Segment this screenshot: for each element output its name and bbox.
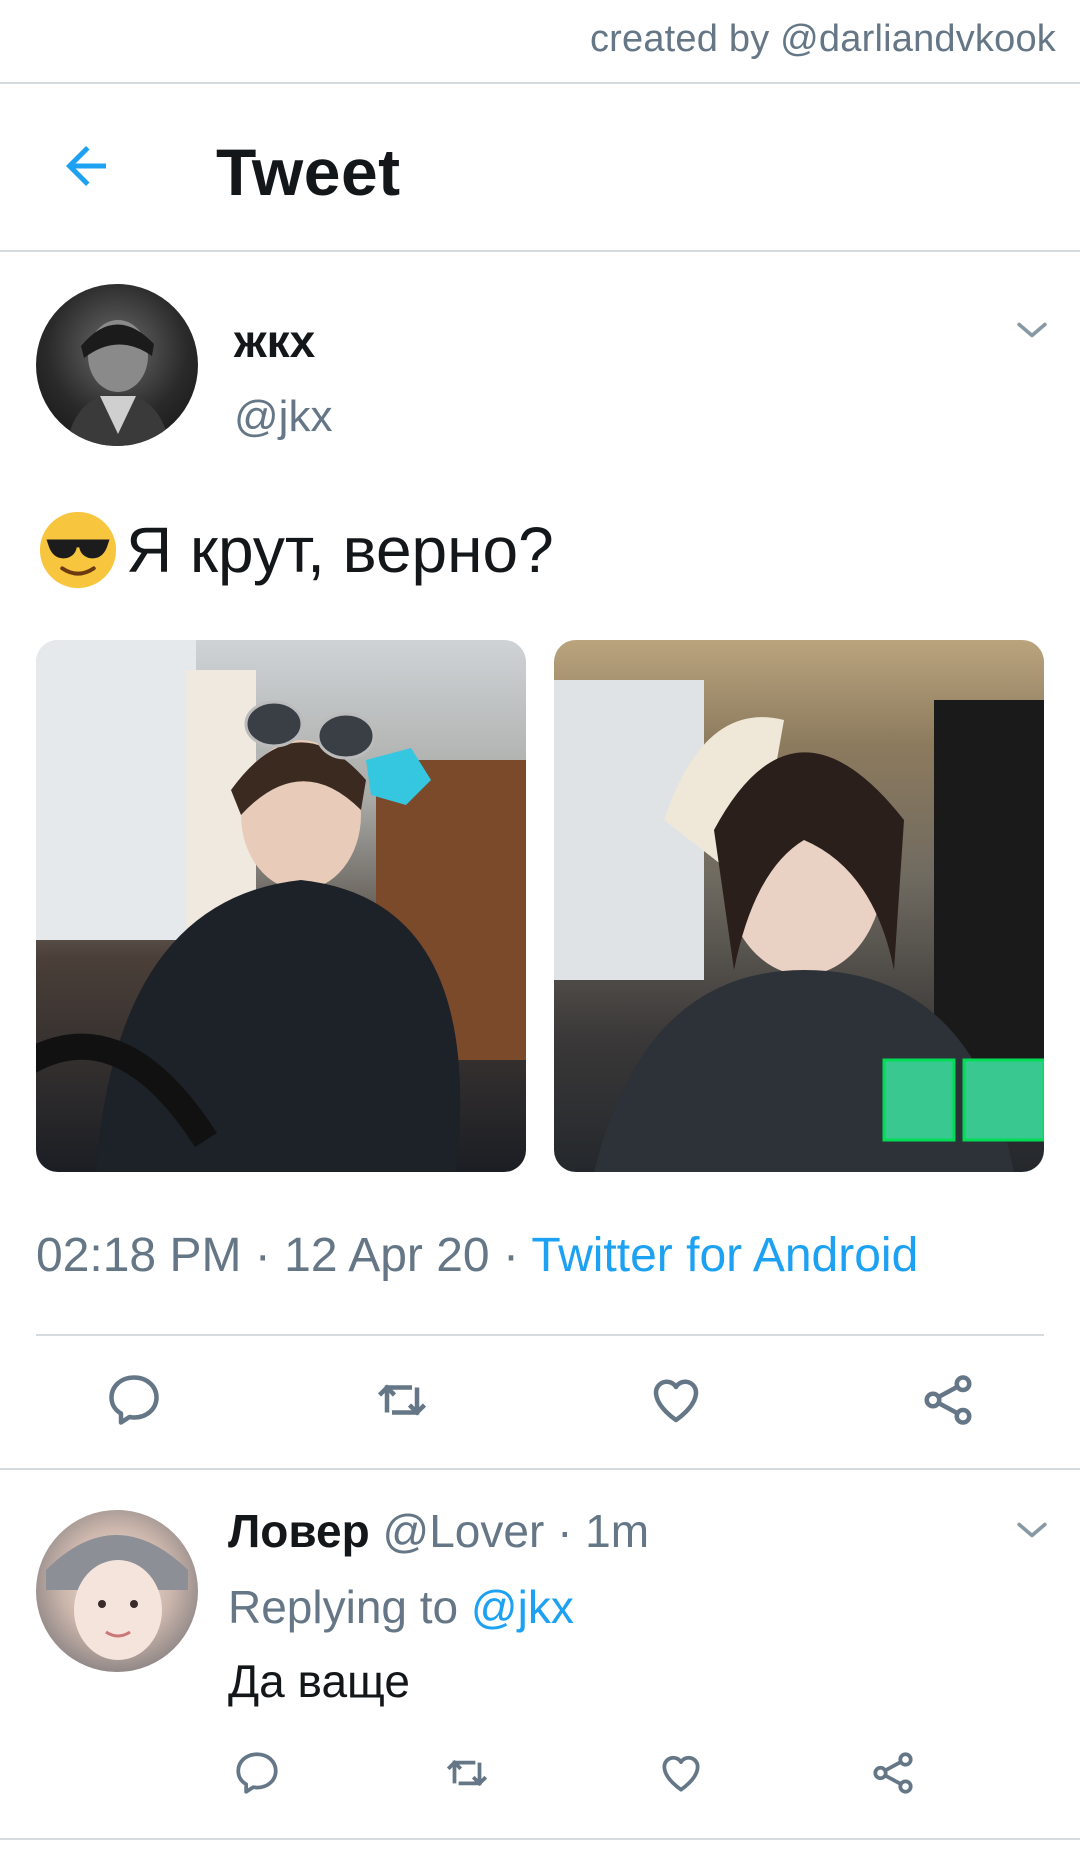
share-icon[interactable] [918, 1370, 978, 1430]
meta-separator: · [254, 1229, 271, 1282]
tweet-body: Я крут, верно? [126, 514, 554, 586]
replying-to-line: Replying to @jkx [228, 1580, 574, 1634]
reply-author-handle[interactable]: @Lover [383, 1505, 545, 1557]
divider [36, 1334, 1044, 1336]
replying-prefix: Replying to [228, 1581, 459, 1633]
back-arrow-icon[interactable] [56, 136, 116, 196]
tweet-author-handle[interactable]: @jkx [234, 392, 332, 442]
share-icon[interactable] [868, 1748, 918, 1798]
reply-body: Да ваще [228, 1655, 410, 1707]
tweet-date: 12 Apr 20 [284, 1229, 490, 1282]
reply-author-name[interactable]: Ловер [228, 1505, 370, 1557]
retweet-icon[interactable] [372, 1370, 432, 1430]
photo-fridge-portrait [554, 680, 1044, 1172]
like-icon[interactable] [656, 1748, 706, 1798]
reply-age: 1m [585, 1505, 650, 1557]
avatar[interactable] [36, 284, 198, 446]
tweet-source-link[interactable]: Twitter for Android [531, 1229, 918, 1282]
chevron-down-icon[interactable] [1010, 1508, 1054, 1552]
avatar-portrait [66, 320, 170, 446]
divider [0, 1468, 1080, 1470]
app-bar: Tweet [0, 84, 1080, 248]
reply-avatar-portrait [46, 1535, 188, 1660]
reply-header: Ловер @Lover · 1m [228, 1504, 649, 1558]
tweet-time: 02:18 PM [36, 1229, 242, 1282]
meta-separator: · [557, 1505, 573, 1557]
media-photo-1[interactable] [36, 640, 526, 1172]
meta-separator: · [502, 1229, 519, 1282]
tweet-meta: 02:18 PM · 12 Apr 20 · Twitter for Andro… [36, 1228, 918, 1283]
divider [0, 250, 1080, 252]
reply-avatar[interactable] [36, 1510, 198, 1672]
tweet-author-name[interactable]: жкх [234, 314, 315, 368]
reply-icon[interactable] [232, 1748, 282, 1798]
chevron-down-icon[interactable] [1010, 308, 1054, 352]
sunglasses-emoji [39, 511, 117, 589]
like-icon[interactable] [646, 1370, 706, 1430]
media-photo-2[interactable] [554, 640, 1044, 1172]
reply-icon[interactable] [104, 1370, 164, 1430]
divider [0, 1838, 1080, 1840]
retweet-icon[interactable] [442, 1748, 492, 1798]
watermark-credit: created by @darliandvkook [589, 18, 1056, 60]
page-title: Tweet [216, 135, 401, 209]
replying-to-link[interactable]: @jkx [471, 1581, 574, 1633]
tweet-text: Я крут, верно? [36, 508, 554, 592]
photo-driver-sunglasses [36, 640, 526, 1172]
